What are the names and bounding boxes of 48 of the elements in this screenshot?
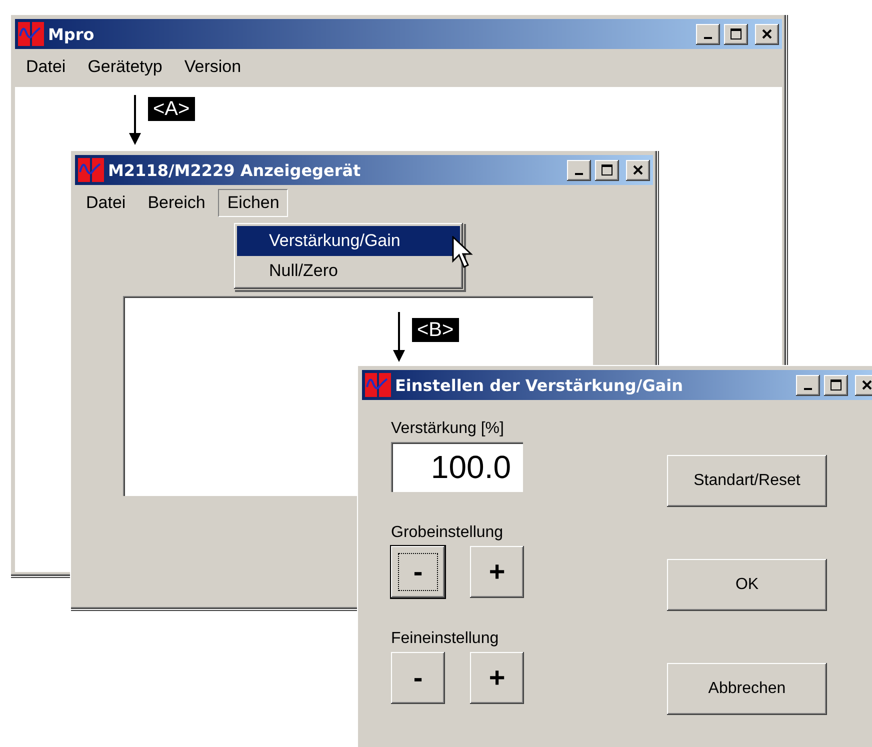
close-icon — [861, 379, 872, 391]
maximize-button[interactable] — [824, 374, 848, 396]
minimize-icon — [575, 173, 583, 175]
window-title: Mpro — [48, 24, 96, 44]
window-title: Einstellen der Verstärkung/Gain — [395, 376, 684, 394]
minimize-icon — [804, 388, 812, 390]
app-icon — [78, 158, 104, 182]
menu-item[interactable]: Gerätetyp — [78, 53, 172, 81]
dialog-button[interactable]: Standart/Reset — [667, 455, 827, 507]
minimize-button[interactable] — [696, 24, 720, 44]
dialog-button[interactable]: Abbrechen — [667, 663, 827, 715]
dialog-button[interactable]: OK — [667, 559, 827, 611]
menu-item[interactable]: Eichen — [218, 189, 288, 217]
close-icon — [761, 28, 773, 40]
close-icon — [632, 164, 644, 176]
dropdown-item[interactable]: Verstärkung/Gain — [237, 226, 460, 256]
arrow — [393, 312, 405, 362]
plus-button[interactable]: + — [470, 546, 524, 598]
minimize-icon — [704, 37, 712, 39]
coarse-label: Grobeinstellung — [391, 524, 504, 542]
maximize-icon — [730, 28, 742, 40]
minimize-button[interactable] — [796, 374, 820, 396]
fine-label: Feineinstellung — [391, 630, 500, 648]
gain-label: Verstärkung [%] — [391, 420, 505, 438]
app-icon — [18, 22, 44, 46]
menu-item[interactable]: Datei — [77, 189, 135, 217]
app-icon — [365, 373, 391, 397]
minus-button[interactable]: - — [391, 652, 445, 704]
window-title: M2118/M2229 Anzeigegerät — [108, 160, 362, 180]
dropdown-item[interactable]: Null/Zero — [237, 256, 460, 286]
menu-item[interactable]: Bereich — [138, 189, 214, 217]
close-button[interactable] — [626, 160, 650, 180]
menu-item[interactable]: Version — [175, 53, 250, 81]
maximize-button[interactable] — [595, 160, 619, 180]
close-button[interactable] — [855, 374, 872, 396]
callout-label: <B> — [412, 318, 459, 342]
maximize-button[interactable] — [724, 24, 748, 44]
maximize-icon — [830, 379, 842, 391]
arrow — [129, 95, 141, 145]
menu-item[interactable]: Datei — [17, 53, 75, 81]
maximize-icon — [601, 164, 613, 176]
gain-field[interactable]: 100.0 — [391, 442, 523, 492]
cursor-icon — [452, 236, 474, 270]
plus-button[interactable]: + — [470, 652, 524, 704]
close-button[interactable] — [755, 24, 779, 44]
minimize-button[interactable] — [567, 160, 591, 180]
callout-label: <A> — [148, 97, 195, 121]
minus-button[interactable]: - — [391, 546, 445, 598]
